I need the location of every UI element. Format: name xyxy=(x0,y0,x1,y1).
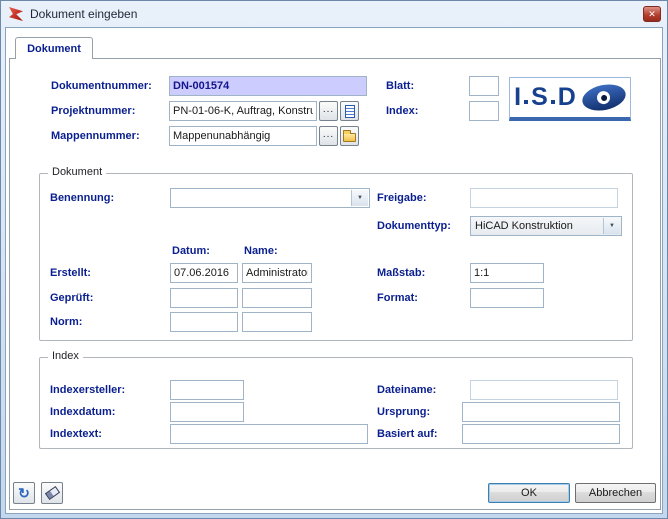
logo-dot xyxy=(551,100,555,104)
norm-datum-input[interactable] xyxy=(170,312,238,332)
benennung-label: Benennung: xyxy=(50,192,114,204)
dokumentnummer-input[interactable] xyxy=(169,76,367,96)
isd-logo: I S D xyxy=(509,77,631,121)
massstab-input[interactable] xyxy=(470,263,544,283)
indextext-input[interactable] xyxy=(170,424,368,444)
dateiname-label: Dateiname: xyxy=(377,384,436,396)
ursprung-label: Ursprung: xyxy=(377,406,430,418)
refresh-icon: ↻ xyxy=(14,483,34,503)
mappennummer-label: Mappennummer: xyxy=(51,130,140,142)
index-input[interactable] xyxy=(469,101,499,121)
basiert-auf-label: Basiert auf: xyxy=(377,428,438,440)
logo-eye-icon xyxy=(580,81,628,115)
projektnummer-browse-button[interactable]: ... xyxy=(319,101,338,121)
eraser-icon xyxy=(44,486,59,500)
tab-dokument[interactable]: Dokument xyxy=(15,37,93,59)
norm-label: Norm: xyxy=(50,316,82,328)
indexdatum-input[interactable] xyxy=(170,402,244,422)
geprueft-datum-input[interactable] xyxy=(170,288,238,308)
note-icon xyxy=(345,105,355,118)
dokumenttyp-label: Dokumenttyp: xyxy=(377,220,451,232)
folder-icon xyxy=(343,133,356,142)
refresh-button[interactable]: ↻ xyxy=(13,482,35,504)
eraser-button[interactable] xyxy=(41,482,63,504)
freigabe-label: Freigabe: xyxy=(377,192,427,204)
index-label: Index: xyxy=(386,105,418,117)
format-label: Format: xyxy=(377,292,418,304)
basiert-auf-input[interactable] xyxy=(462,424,620,444)
mappennummer-input[interactable] xyxy=(169,126,317,146)
name-column-header: Name: xyxy=(244,245,278,257)
erstellt-name-input[interactable] xyxy=(242,263,312,283)
ellipsis-icon: ... xyxy=(320,127,337,143)
benennung-dropdown-icon: ▼ xyxy=(351,190,368,206)
index-group-title: Index xyxy=(48,350,83,362)
ellipsis-icon: ... xyxy=(320,102,337,118)
logo-letter-s: S xyxy=(531,85,548,110)
ok-button[interactable]: OK xyxy=(488,483,570,503)
close-button[interactable]: ✕ xyxy=(643,6,661,22)
dokumenttyp-combobox[interactable]: HiCAD Konstruktion ▼ xyxy=(470,216,622,236)
projektnummer-note-button[interactable] xyxy=(340,101,359,121)
index-group: Index Indexersteller: Dateiname: Indexda… xyxy=(39,357,633,449)
geprueft-name-input[interactable] xyxy=(242,288,312,308)
massstab-label: Maßstab: xyxy=(377,267,425,279)
datum-column-header: Datum: xyxy=(172,245,210,257)
dokumenttyp-value: HiCAD Konstruktion xyxy=(475,220,573,232)
tab-label: Dokument xyxy=(27,43,81,55)
dokument-group: Dokument Benennung: ▼ Freigabe: Dokument… xyxy=(39,173,633,341)
benennung-combobox[interactable]: ▼ xyxy=(170,188,370,208)
logo-letter-d: D xyxy=(558,85,576,110)
erstellt-label: Erstellt: xyxy=(50,267,91,279)
indexersteller-input[interactable] xyxy=(170,380,244,400)
dokumentnummer-label: Dokumentnummer: xyxy=(51,80,152,92)
blatt-label: Blatt: xyxy=(386,80,414,92)
cancel-button[interactable]: Abbrechen xyxy=(575,483,656,503)
mappennummer-folder-button[interactable] xyxy=(340,126,359,146)
indexersteller-label: Indexersteller: xyxy=(50,384,125,396)
dokument-group-title: Dokument xyxy=(48,166,106,178)
logo-letter-i: I xyxy=(514,85,521,110)
indexdatum-label: Indexdatum: xyxy=(50,406,115,418)
dialog-dokument-eingeben: Dokument eingeben ✕ Dokument Dokumentnum… xyxy=(0,0,668,519)
dokumenttyp-dropdown-icon: ▼ xyxy=(603,218,620,234)
freigabe-input xyxy=(470,188,618,208)
app-icon xyxy=(8,6,24,22)
blatt-input[interactable] xyxy=(469,76,499,96)
indextext-label: Indextext: xyxy=(50,428,102,440)
window-title: Dokument eingeben xyxy=(30,7,137,21)
geprueft-label: Geprüft: xyxy=(50,292,93,304)
mappennummer-browse-button[interactable]: ... xyxy=(319,126,338,146)
close-icon: ✕ xyxy=(648,9,656,19)
erstellt-datum-input[interactable] xyxy=(170,263,238,283)
format-input[interactable] xyxy=(470,288,544,308)
logo-dot xyxy=(524,100,528,104)
ursprung-input[interactable] xyxy=(462,402,620,422)
titlebar: Dokument eingeben xyxy=(1,1,667,27)
norm-name-input[interactable] xyxy=(242,312,312,332)
projektnummer-label: Projektnummer: xyxy=(51,105,135,117)
projektnummer-input[interactable] xyxy=(169,101,317,121)
dateiname-input xyxy=(470,380,618,400)
